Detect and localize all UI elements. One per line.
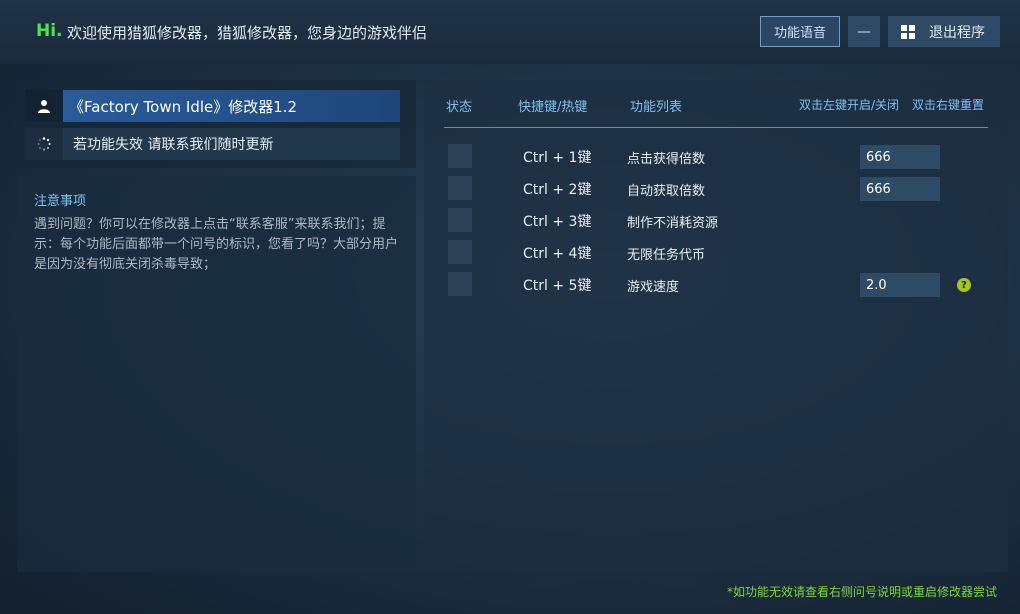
hint-right-click: 双击右键重置	[912, 98, 985, 112]
help-question-icon[interactable]: ?	[957, 278, 971, 292]
status-toggle[interactable]	[448, 144, 472, 168]
user-icon	[25, 90, 63, 122]
voice-button[interactable]: 功能语音	[760, 16, 840, 47]
trainer-info-panel: 《Factory Town Idle》修改器1.2 若功能失效 请联系我们随时更…	[17, 80, 416, 168]
hint-left-click: 双击左键开启/关闭	[799, 98, 900, 112]
hotkey-label: Ctrl + 2键	[523, 182, 592, 198]
hi-logo: Hi.	[36, 21, 63, 41]
status-toggle[interactable]	[448, 208, 472, 232]
function-name: 自动获取倍数	[627, 184, 706, 199]
status-toggle[interactable]	[448, 240, 472, 264]
notes-title: 注意事项	[34, 194, 87, 209]
exit-button-label: 退出程序	[929, 24, 985, 41]
notes-panel: 注意事项 遇到问题？你可以在修改器上点击“联系客服”来联系我们；提示：每个功能后…	[17, 176, 416, 572]
notes-body: 遇到问题？你可以在修改器上点击“联系客服”来联系我们；提示：每个功能后面都带一个…	[34, 217, 399, 272]
function-name: 无限任务代币	[627, 248, 706, 263]
column-function: 功能列表	[630, 100, 683, 115]
update-notice: 若功能失效 请联系我们随时更新	[63, 128, 400, 160]
update-notice-row: 若功能失效 请联系我们随时更新	[25, 128, 400, 160]
value-input[interactable]: 666	[860, 177, 940, 201]
trainer-title-row: 《Factory Town Idle》修改器1.2	[25, 90, 400, 122]
function-row-3: Ctrl + 3键 制作不消耗资源	[424, 208, 1008, 234]
function-row-5: Ctrl + 5键 游戏速度 2.0 ?	[424, 272, 1008, 298]
minimize-button[interactable]: —	[848, 16, 880, 47]
function-name: 游戏速度	[627, 280, 680, 295]
exit-button[interactable]: 退出程序	[888, 16, 1000, 47]
function-row-4: Ctrl + 4键 无限任务代币	[424, 240, 1008, 266]
window-grid-icon	[901, 24, 915, 39]
value-input[interactable]: 666	[860, 145, 940, 169]
welcome-text: 欢迎使用猎狐修改器，猎狐修改器，您身边的游戏伴侣	[67, 24, 428, 42]
function-name: 点击获得倍数	[627, 152, 706, 167]
hotkey-label: Ctrl + 1键	[523, 150, 592, 166]
function-row-2: Ctrl + 2键 自动获取倍数 666	[424, 176, 1008, 202]
loading-spinner-icon	[25, 128, 63, 160]
title-bar: Hi. 欢迎使用猎狐修改器，猎狐修改器，您身边的游戏伴侣 功能语音 — 退出程序	[0, 0, 1020, 64]
status-toggle[interactable]	[448, 176, 472, 200]
header-divider	[444, 127, 988, 128]
hotkey-label: Ctrl + 3键	[523, 214, 592, 230]
footer-note: *如功能无效请查看右侧问号说明或重启修改器尝试	[727, 585, 998, 599]
status-toggle[interactable]	[448, 272, 472, 296]
trainer-title: 《Factory Town Idle》修改器1.2	[63, 90, 400, 122]
column-status: 状态	[446, 100, 473, 115]
function-row-1: Ctrl + 1键 点击获得倍数 666	[424, 144, 1008, 170]
hotkey-label: Ctrl + 5键	[523, 278, 592, 294]
function-list-panel: 状态 快捷键/热键 功能列表 双击左键开启/关闭 双击右键重置 Ctrl + 1…	[424, 80, 1008, 572]
hotkey-label: Ctrl + 4键	[523, 246, 592, 262]
value-input[interactable]: 2.0	[860, 273, 940, 297]
column-hotkey: 快捷键/热键	[518, 100, 588, 115]
function-name: 制作不消耗资源	[627, 216, 719, 231]
